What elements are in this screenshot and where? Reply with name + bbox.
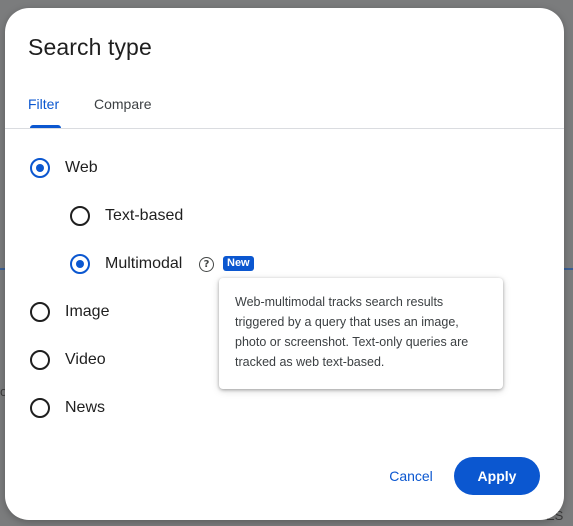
radio-multimodal[interactable] [70,254,90,274]
help-circle-icon[interactable]: ? [199,257,214,272]
option-web-label: Web [65,159,98,176]
multimodal-tooltip: Web-multimodal tracks search results tri… [219,278,503,389]
option-video[interactable]: Video [30,350,106,370]
cancel-button[interactable]: Cancel [375,459,447,493]
radio-video[interactable] [30,350,50,370]
tab-bar: Filter Compare [5,88,564,129]
radio-web[interactable] [30,158,50,178]
dialog-title: Search type [28,34,152,60]
option-multimodal-label: Multimodal [105,255,183,272]
radio-text-based[interactable] [70,206,90,226]
option-text-based[interactable]: Text-based [70,206,183,226]
option-news[interactable]: News [30,398,105,418]
search-type-dialog: Search type Filter Compare Web Text-base… [5,8,564,520]
option-image-label: Image [65,303,110,320]
active-tab-indicator [30,125,61,128]
radio-news[interactable] [30,398,50,418]
option-news-label: News [65,399,106,416]
option-multimodal[interactable]: Multimodal [70,254,182,274]
tab-compare[interactable]: Compare [94,96,152,112]
option-web[interactable]: Web [30,158,98,178]
tab-filter[interactable]: Filter [28,96,59,112]
background-divider-right [564,268,573,270]
apply-button[interactable]: Apply [454,457,540,495]
option-text-based-label: Text-based [105,207,184,224]
radio-image[interactable] [30,302,50,322]
option-video-label: Video [65,351,106,368]
option-image[interactable]: Image [30,302,109,322]
new-badge: New [223,256,254,271]
